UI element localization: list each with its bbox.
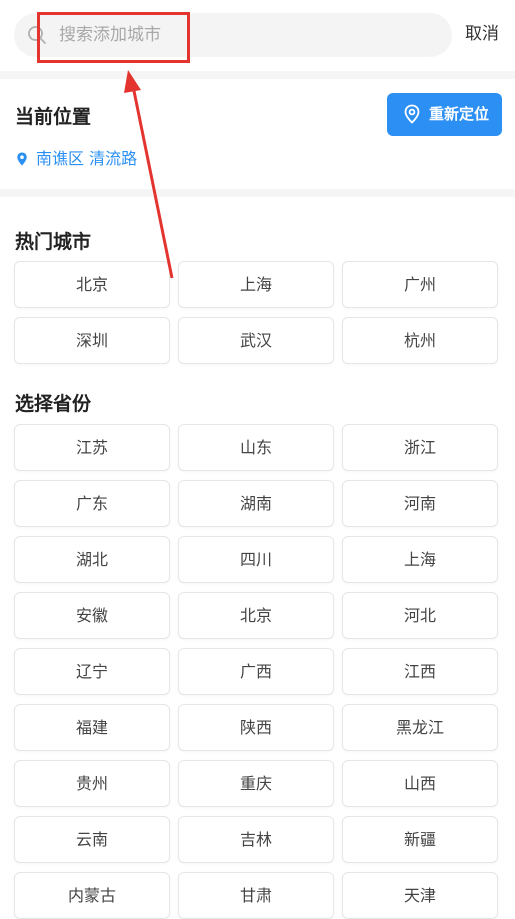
section-divider [0, 189, 515, 197]
location-pin-icon [404, 104, 420, 124]
section-divider [0, 71, 515, 79]
province-button[interactable]: 安徽 [14, 592, 170, 639]
province-button[interactable]: 江西 [342, 648, 498, 695]
province-button[interactable]: 陕西 [178, 704, 334, 751]
province-button[interactable]: 河南 [342, 480, 498, 527]
province-button[interactable]: 四川 [178, 536, 334, 583]
provinces-title: 选择省份 [15, 393, 92, 415]
hot-city-button[interactable]: 深圳 [14, 317, 170, 364]
province-button[interactable]: 新疆 [342, 816, 498, 863]
province-button[interactable]: 江苏 [14, 424, 170, 471]
search-header: 搜索添加城市 取消 [0, 0, 515, 70]
province-button[interactable]: 湖北 [14, 536, 170, 583]
annotation-highlight-box [37, 12, 190, 63]
province-button[interactable]: 贵州 [14, 760, 170, 807]
province-button[interactable]: 广西 [178, 648, 334, 695]
province-button[interactable]: 湖南 [178, 480, 334, 527]
province-button[interactable]: 云南 [14, 816, 170, 863]
province-button[interactable]: 黑龙江 [342, 704, 498, 751]
province-button[interactable]: 天津 [342, 872, 498, 919]
province-button[interactable]: 广东 [14, 480, 170, 527]
hot-city-button[interactable]: 杭州 [342, 317, 498, 364]
hot-city-button[interactable]: 北京 [14, 261, 170, 308]
relocate-label: 重新定位 [429, 105, 490, 123]
province-button[interactable]: 辽宁 [14, 648, 170, 695]
current-location-text: 南谯区 清流路 [36, 149, 138, 168]
province-button[interactable]: 重庆 [178, 760, 334, 807]
province-button[interactable]: 内蒙古 [14, 872, 170, 919]
hot-city-button[interactable]: 武汉 [178, 317, 334, 364]
province-button[interactable]: 山西 [342, 760, 498, 807]
relocate-button[interactable]: 重新定位 [387, 93, 502, 136]
hot-cities-title: 热门城市 [15, 231, 92, 253]
province-button[interactable]: 山东 [178, 424, 334, 471]
province-button[interactable]: 北京 [178, 592, 334, 639]
province-button[interactable]: 浙江 [342, 424, 498, 471]
province-button[interactable]: 河北 [342, 592, 498, 639]
province-button[interactable]: 甘肃 [178, 872, 334, 919]
current-location-title: 当前位置 [15, 106, 92, 128]
province-button[interactable]: 上海 [342, 536, 498, 583]
cancel-button[interactable]: 取消 [465, 23, 499, 45]
location-pin-icon [17, 152, 27, 166]
hot-city-button[interactable]: 广州 [342, 261, 498, 308]
province-button[interactable]: 吉林 [178, 816, 334, 863]
province-button[interactable]: 福建 [14, 704, 170, 751]
hot-city-button[interactable]: 上海 [178, 261, 334, 308]
